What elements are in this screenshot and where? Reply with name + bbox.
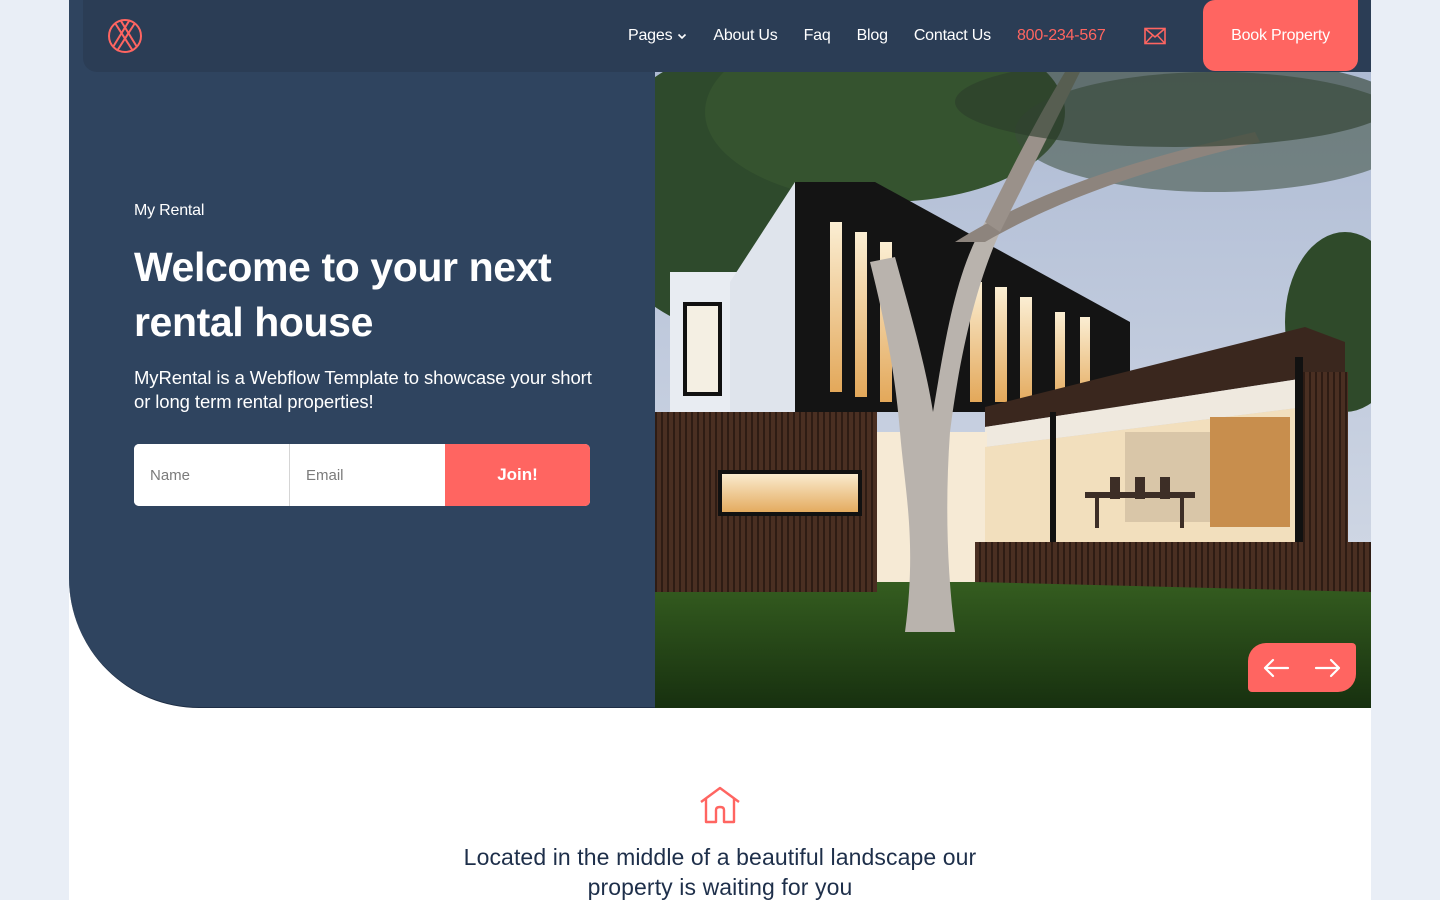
phone-link[interactable]: 800-234-567 (1017, 27, 1106, 45)
hero-image (655, 72, 1371, 708)
site-header: Pages About Us Faq Blog Contact Us 800-2… (83, 0, 1371, 72)
signup-form: Join! (134, 444, 590, 506)
join-button[interactable]: Join! (445, 444, 590, 506)
hero-title: Welcome to your next rental house (134, 244, 552, 345)
hero-eyebrow: My Rental (134, 202, 205, 219)
nav-item-about-us[interactable]: About Us (713, 27, 777, 45)
email-input[interactable] (290, 444, 445, 506)
house-photo (655, 72, 1371, 708)
book-property-button[interactable]: Book Property (1203, 0, 1358, 71)
hero-panel: My Rental Welcome to your next rental ho… (69, 0, 655, 708)
slider-controls (1248, 643, 1356, 692)
house-icon (700, 786, 740, 824)
name-input[interactable] (134, 444, 290, 506)
arrow-left-icon[interactable] (1262, 658, 1290, 678)
nav-item-contact-us[interactable]: Contact Us (914, 27, 991, 45)
chevron-down-icon (678, 33, 687, 40)
nav-item-faq[interactable]: Faq (804, 27, 831, 45)
logo-icon[interactable] (107, 18, 143, 54)
envelope-icon[interactable] (1143, 27, 1166, 45)
nav-item-blog[interactable]: Blog (857, 27, 888, 45)
main-nav: Pages About Us Faq Blog Contact Us 800-2… (628, 0, 1166, 72)
hero-subtitle: MyRental is a Webflow Template to showca… (134, 367, 592, 412)
feature-text: Located in the middle of a beautiful lan… (463, 844, 977, 900)
nav-item-label: Pages (628, 27, 673, 44)
arrow-right-icon[interactable] (1314, 658, 1342, 678)
page: My Rental Welcome to your next rental ho… (69, 0, 1371, 900)
nav-item-pages[interactable]: Pages (628, 27, 687, 45)
